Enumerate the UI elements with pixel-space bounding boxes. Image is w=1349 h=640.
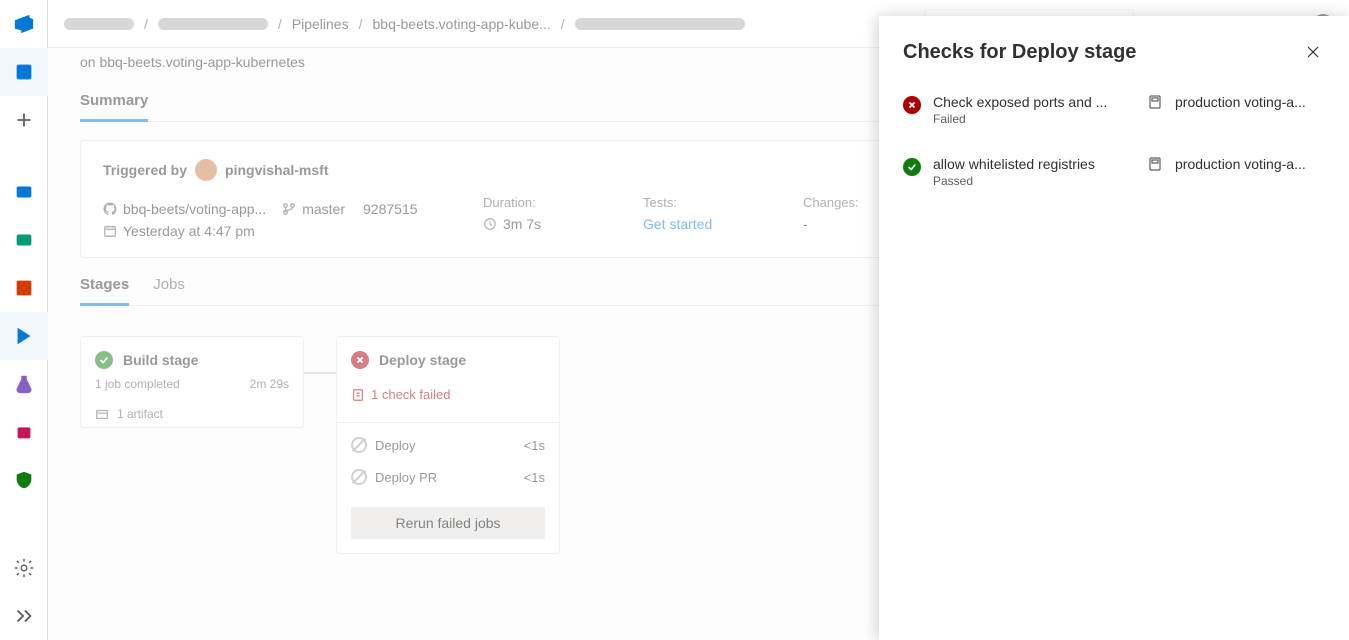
nav-boards[interactable] (0, 168, 48, 216)
check-name: Check exposed ports and ... (933, 94, 1107, 110)
environment-icon (1147, 156, 1163, 172)
check-status: Failed (933, 112, 1107, 126)
check-env: production voting-a... (1175, 94, 1306, 110)
error-icon (903, 96, 921, 114)
azure-devops-logo[interactable] (0, 0, 48, 48)
nav-artifacts[interactable] (0, 408, 48, 456)
nav-pipelines-runs[interactable] (0, 312, 48, 360)
panel-title: Checks for Deploy stage (903, 41, 1136, 64)
check-name: allow whitelisted registries (933, 156, 1095, 172)
check-env: production voting-a... (1175, 156, 1306, 172)
nav-repos[interactable] (0, 216, 48, 264)
nav-security[interactable] (0, 456, 48, 504)
nav-testplans[interactable] (0, 360, 48, 408)
check-row[interactable]: allow whitelisted registries Passed prod… (903, 156, 1325, 188)
check-status: Passed (933, 174, 1095, 188)
success-icon (903, 158, 921, 176)
left-nav-rail (0, 0, 48, 640)
environment-icon (1147, 94, 1163, 110)
check-row[interactable]: Check exposed ports and ... Failed produ… (903, 94, 1325, 126)
nav-add[interactable] (0, 96, 48, 144)
close-panel-button[interactable] (1301, 40, 1325, 64)
nav-pipelines[interactable] (0, 264, 48, 312)
nav-collapse[interactable] (0, 592, 48, 640)
nav-overview[interactable] (0, 48, 48, 96)
nav-settings[interactable] (0, 544, 48, 592)
checks-panel: Checks for Deploy stage Check exposed po… (879, 16, 1349, 640)
